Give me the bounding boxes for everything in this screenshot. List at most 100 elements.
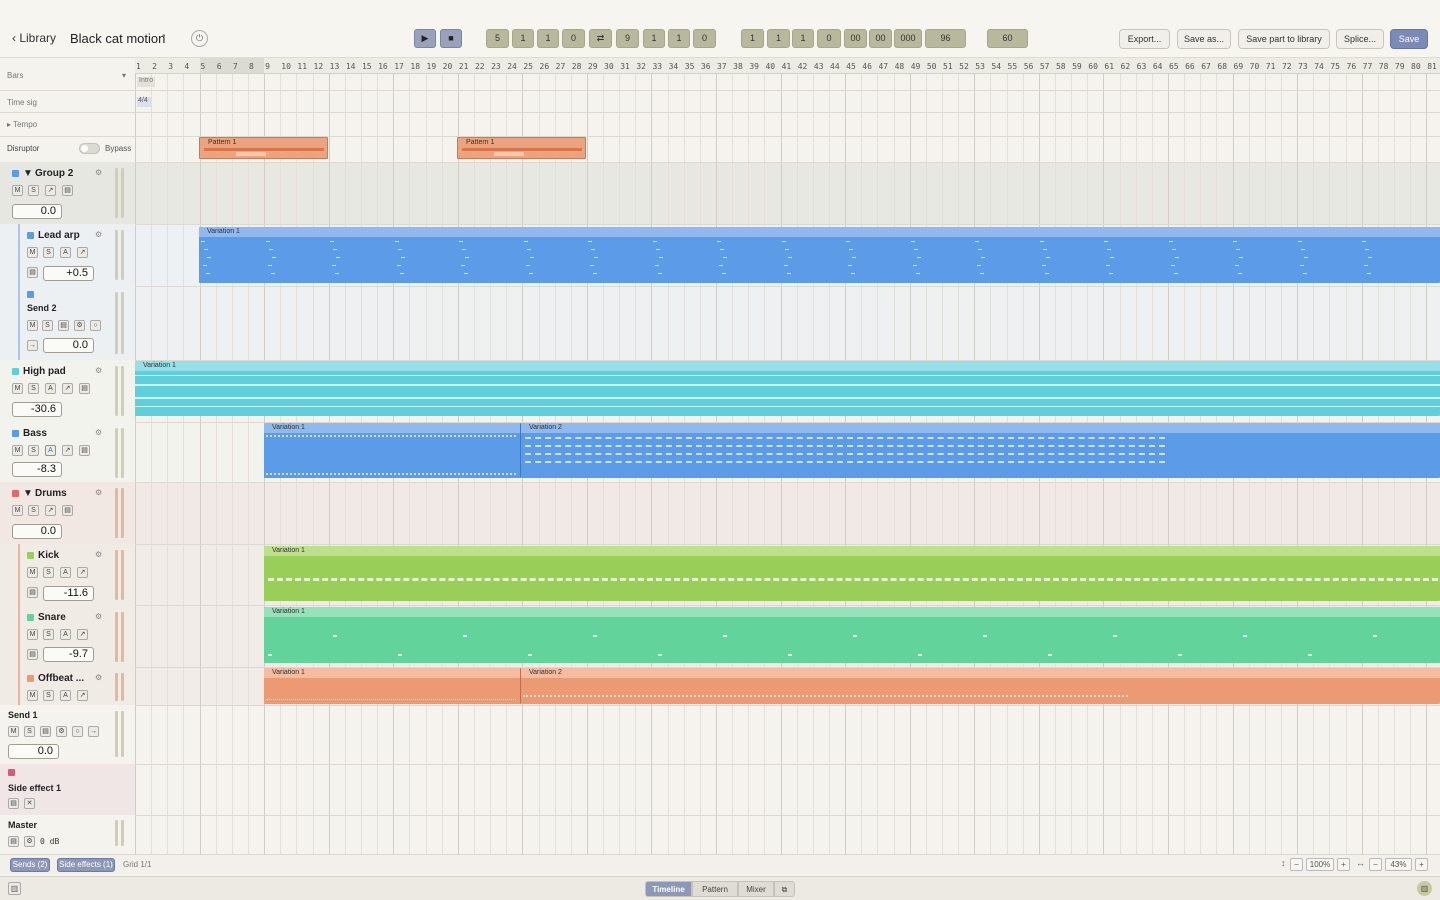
bass-clip-2[interactable]: Variation 2 [521,423,1440,478]
bar-number[interactable]: 63 [1137,62,1147,71]
bar-number[interactable]: 42 [798,62,808,71]
bar-number[interactable]: 41 [782,62,792,71]
sidebar-toggle-icon[interactable]: ▥ [8,882,21,895]
route-icon[interactable]: ↗ [77,690,88,701]
loop-toggle[interactable]: ⇄ [589,29,612,48]
mute-button[interactable]: M [12,383,23,394]
bar-number[interactable]: 67 [1201,62,1211,71]
bar-number[interactable]: 75 [1330,62,1340,71]
offbeat-clip-1[interactable]: Variation 1 [264,668,521,704]
pattern-clip[interactable]: Pattern 1 [457,137,586,159]
automation-button[interactable]: A [60,690,71,701]
splice-button[interactable]: Splice... [1336,29,1384,49]
track-group2[interactable]: ▼ Group 2 ⚙ M S ↗ ▤ 0.0 [0,162,135,224]
bar-number[interactable]: 44 [830,62,840,71]
bar-number[interactable]: 35 [685,62,695,71]
gear-icon[interactable]: ⚙ [95,612,102,621]
bar-number[interactable]: 58 [1056,62,1066,71]
track-master[interactable]: Master ▤ ⚙ 0 dB [0,815,135,855]
vertical-zoom-value[interactable]: 100% [1306,858,1334,871]
solo-button[interactable]: S [43,690,54,701]
horizontal-zoom-out[interactable]: − [1369,858,1382,871]
timesig-marker[interactable]: 4/4 [137,97,151,107]
bar-number[interactable]: 54 [991,62,1001,71]
route-icon[interactable]: ↗ [77,247,88,258]
route-icon[interactable]: ↗ [62,445,73,456]
mute-button[interactable]: M [8,726,19,737]
bar-number[interactable]: 59 [1072,62,1082,71]
bar-number[interactable]: 12 [314,62,324,71]
mute-button[interactable]: M [27,567,38,578]
bar-number[interactable]: 77 [1363,62,1373,71]
loop-start-tick[interactable]: 0 [562,29,585,48]
back-to-library-link[interactable]: ‹ Library [12,31,56,45]
bar-number[interactable]: 14 [346,62,356,71]
solo-button[interactable]: S [28,505,39,516]
automation-button[interactable]: A [45,445,56,456]
bar-number[interactable]: 69 [1234,62,1244,71]
bar-number[interactable]: 21 [459,62,469,71]
grid-label[interactable]: Grid 1/1 [123,860,151,869]
close-icon[interactable]: ✕ [24,798,35,809]
bar-number[interactable]: 7 [233,62,238,71]
bar-number[interactable]: 43 [814,62,824,71]
mute-button[interactable]: M [12,505,23,516]
track-name[interactable]: Side effect 1 [8,783,61,793]
bar-number[interactable]: 78 [1379,62,1389,71]
mute-button[interactable]: M [27,629,38,640]
export-button[interactable]: Export... [1119,29,1170,49]
tab-mixer[interactable]: Mixer [738,881,774,897]
bar-number[interactable]: 1 [136,62,141,71]
timeline-grid[interactable]: Intro 4/4 Pattern 1 Pattern 1 Variation … [135,74,1440,854]
mute-button[interactable]: M [12,445,23,456]
bar-number[interactable]: 56 [1024,62,1034,71]
bar-number[interactable]: 4 [184,62,189,71]
pattern-clip[interactable]: Pattern 1 [199,137,328,159]
bar-number[interactable]: 68 [1217,62,1227,71]
solo-button[interactable]: S [28,383,39,394]
track-name[interactable]: Drums [35,488,67,499]
bar-number[interactable]: 27 [556,62,566,71]
collapse-icon[interactable]: ▼ [23,168,33,179]
power-icon[interactable]: ⏻ [191,30,208,47]
bar-number[interactable]: 79 [1395,62,1405,71]
volume-field[interactable]: -11.6 [43,586,94,601]
bar-number[interactable]: 10 [281,62,291,71]
bar-number[interactable]: 33 [652,62,662,71]
gear-icon[interactable]: ⚙ [95,366,102,375]
snare-clip[interactable]: Variation 1 [264,607,1440,663]
loop-start-bar[interactable]: 5 [486,29,509,48]
loop-end-beat[interactable]: 1 [643,29,665,48]
automation-button[interactable]: A [45,383,56,394]
volume-field[interactable]: 0.0 [12,204,62,219]
bass-clip-1[interactable]: Variation 1 [264,423,521,478]
bar-number[interactable]: 62 [1121,62,1131,71]
loop-end-bar[interactable]: 9 [616,29,639,48]
bar-number[interactable]: 38 [733,62,743,71]
instrument-icon[interactable]: ▤ [27,587,38,598]
horizontal-zoom-value[interactable]: 43% [1385,858,1412,871]
route-icon[interactable]: ↗ [45,505,56,516]
bar-number[interactable]: 51 [943,62,953,71]
bar-number[interactable]: 45 [846,62,856,71]
track-name[interactable]: Offbeat ... [38,673,84,684]
mute-button[interactable]: M [27,320,38,331]
bar-number[interactable]: 52 [959,62,969,71]
track-highpad[interactable]: High pad ⚙ M S A ↗ ▤ -30.6 [0,360,135,422]
bar-number[interactable]: 30 [604,62,614,71]
track-name[interactable]: Lead arp [38,230,80,241]
vertical-zoom-in[interactable]: + [1337,858,1350,871]
gear-icon[interactable]: ⚙ [95,550,102,559]
automation-button[interactable]: A [60,247,71,258]
bar-number[interactable]: 80 [1411,62,1421,71]
bar-number[interactable]: 8 [249,62,254,71]
track-name[interactable]: Master [8,820,37,830]
loop-end-tick[interactable]: 0 [693,29,716,48]
track-bass[interactable]: Bass ⚙ M S A ↗ ▤ -8.3 [0,422,135,482]
track-name[interactable]: Kick [38,550,59,561]
solo-button[interactable]: S [42,320,53,331]
solo-button[interactable]: S [43,247,54,258]
track-offbeat[interactable]: Offbeat ... ⚙ M S A ↗ [0,667,135,705]
bar-number[interactable]: 26 [540,62,550,71]
tempo-expander[interactable]: ▸ Tempo [7,120,37,129]
